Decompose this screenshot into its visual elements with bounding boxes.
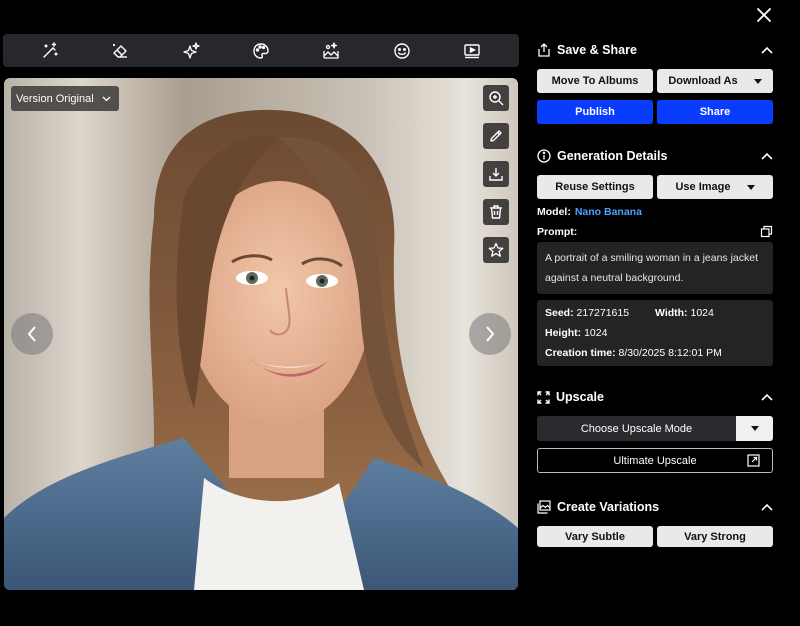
chevron-up-icon[interactable] [761,152,773,160]
smiley-icon [393,42,410,59]
video-icon [464,43,480,58]
caret-down-icon [753,78,762,84]
trash-icon [490,205,502,219]
share-icon [538,43,550,57]
use-image-label: Use Image [675,181,731,193]
chevron-up-icon[interactable] [761,503,773,511]
download-as-button[interactable]: Download As [657,69,773,93]
background-tool[interactable] [319,39,343,63]
vary-subtle-button[interactable]: Vary Subtle [537,526,653,547]
upscale-header[interactable]: Upscale [537,385,773,409]
save-share-title: Save & Share [557,43,637,57]
color-tool[interactable] [249,39,273,63]
model-label: Model: [537,206,571,218]
sparkles-icon [183,41,200,59]
generation-details-title: Generation Details [557,149,668,163]
video-tool[interactable] [460,39,484,63]
image-edit-icon [323,41,339,59]
info-icon [537,149,551,163]
height-label: Height: [545,327,582,339]
move-to-albums-button[interactable]: Move To Albums [537,69,653,93]
chevron-up-icon[interactable] [761,393,773,401]
vary-strong-button[interactable]: Vary Strong [657,526,773,547]
image-actions [483,85,509,263]
zoom-in-icon [489,91,504,106]
chevron-up-icon[interactable] [761,46,773,54]
magic-wand-icon [43,41,58,58]
prompt-row: Prompt: [537,225,773,238]
model-row: Model: Nano Banana [537,206,773,218]
caret-down-icon [750,426,759,431]
chevron-right-icon [486,326,495,342]
close-button[interactable] [752,3,776,27]
publish-button[interactable]: Publish [537,100,653,124]
ultimate-upscale-label: Ultimate Upscale [613,454,697,467]
images-icon [537,500,551,514]
share-button[interactable]: Share [657,100,773,124]
edit-button[interactable] [483,123,509,149]
side-panel: Save & Share Move To Albums Download As … [537,38,773,547]
upscale-mode-select[interactable]: Choose Upscale Mode [537,416,773,441]
version-select[interactable]: Version Original [11,86,119,111]
portrait-image [4,78,518,590]
use-image-button[interactable]: Use Image [657,175,773,199]
creation-time-label: Creation time: [545,347,616,359]
zoom-button[interactable] [483,85,509,111]
eraser-icon [113,43,128,58]
creation-time-field: Creation time: 8/30/2025 8:12:01 PM [545,343,765,363]
caret-down-icon [746,184,755,190]
seed-label: Seed: [545,307,574,319]
width-label: Width: [655,307,688,319]
seed-field: Seed: 217271615 [545,303,655,323]
create-variations-title: Create Variations [557,500,660,514]
download-icon [489,168,503,181]
details-box: Seed: 217271615 Width: 1024 Height: 1024… [537,300,773,366]
upscale-dropdown-toggle[interactable] [736,416,773,441]
creation-time-value: 8/30/2025 8:12:01 PM [618,347,722,359]
magic-edit-tool[interactable] [38,39,62,63]
download-as-label: Download As [668,75,738,87]
pencil-icon [490,130,502,142]
version-label: Version Original [16,92,94,105]
generation-details-header[interactable]: Generation Details [537,144,773,168]
external-link-icon [747,454,760,467]
delete-button[interactable] [483,199,509,225]
download-button[interactable] [483,161,509,187]
upscale-title: Upscale [556,390,604,404]
enhance-tool[interactable] [179,39,203,63]
model-name-link[interactable]: Nano Banana [575,206,642,218]
eraser-tool[interactable] [108,39,132,63]
reuse-settings-button[interactable]: Reuse Settings [537,175,653,199]
height-value: 1024 [584,327,608,339]
previous-image-button[interactable] [11,313,53,355]
chevron-left-icon [27,326,36,342]
upscale-mode-label[interactable]: Choose Upscale Mode [537,416,736,441]
save-share-header[interactable]: Save & Share [537,38,773,62]
generated-image[interactable]: Version Original [4,78,518,590]
next-image-button[interactable] [469,313,511,355]
height-field: Height: 1024 [545,323,765,343]
copy-icon[interactable] [760,225,773,238]
favorite-button[interactable] [483,237,509,263]
expand-icon [537,390,550,404]
chevron-down-icon [102,96,111,101]
prompt-text: A portrait of a smiling woman in a jeans… [537,242,773,294]
width-field: Width: 1024 [655,303,714,323]
edit-toolbar [3,34,519,67]
face-tool[interactable] [390,39,414,63]
create-variations-header[interactable]: Create Variations [537,495,773,519]
star-icon [488,242,504,257]
palette-icon [253,42,269,59]
width-value: 1024 [690,307,714,319]
prompt-label: Prompt: [537,225,578,238]
ultimate-upscale-button[interactable]: Ultimate Upscale [537,448,773,473]
seed-value: 217271615 [576,307,630,319]
close-icon [757,8,771,22]
